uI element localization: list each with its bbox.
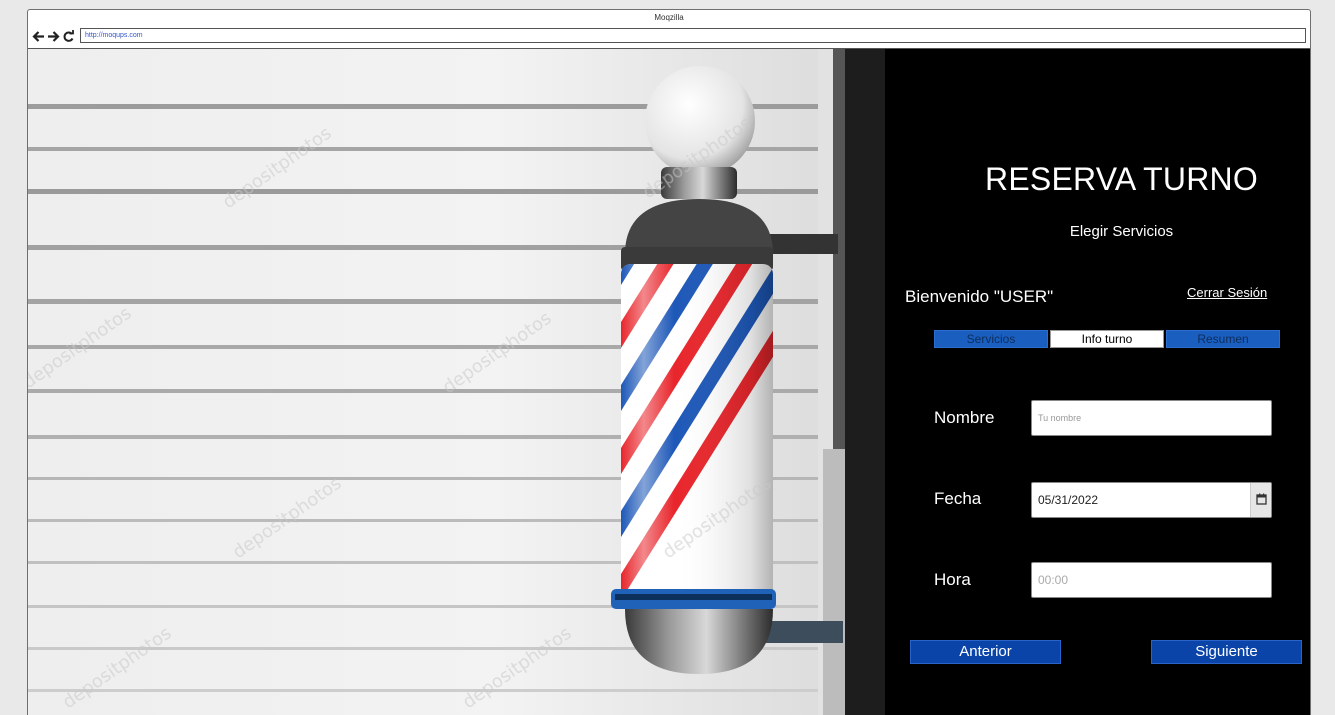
tab-resumen[interactable]: Resumen (1166, 330, 1280, 348)
next-button[interactable]: Siguiente (1151, 640, 1302, 664)
tab-info-turno[interactable]: Info turno (1050, 330, 1164, 348)
tab-servicios[interactable]: Servicios (934, 330, 1048, 348)
url-bar[interactable]: http://moqups.com (80, 28, 1306, 43)
logout-link[interactable]: Cerrar Sesión (1187, 285, 1267, 300)
date-field[interactable]: 05/31/2022 (1031, 482, 1272, 518)
hero-illustration: depositphotos depositphotos depositphoto… (28, 49, 885, 715)
barber-pole-image: depositphotos depositphotos depositphoto… (28, 49, 885, 715)
date-value: 05/31/2022 (1038, 493, 1099, 507)
window-title: Moqzilla (654, 13, 684, 22)
name-field[interactable]: Tu nombre (1031, 400, 1272, 436)
page-content: depositphotos depositphotos depositphoto… (28, 48, 1310, 715)
page-title: RESERVA TURNO (985, 161, 1258, 197)
nav-row: http://moqups.com (28, 27, 1310, 47)
forward-arrow-icon[interactable] (47, 29, 60, 44)
time-field[interactable]: 00:00 (1031, 562, 1272, 598)
reload-icon[interactable] (62, 29, 75, 44)
step-tabs: Servicios Info turno Resumen (934, 330, 1282, 348)
back-arrow-icon[interactable] (32, 29, 45, 44)
name-label: Nombre (934, 408, 995, 427)
calendar-icon[interactable] (1250, 483, 1271, 517)
browser-window: Moqzilla http://moqups.com depositphotos… (27, 9, 1311, 715)
booking-panel: RESERVA TURNO Elegir Servicios Bienvenid… (885, 49, 1310, 715)
welcome-text: Bienvenido "USER" (905, 287, 1054, 306)
page-subtitle: Elegir Servicios (1069, 223, 1174, 240)
time-label: Hora (934, 570, 971, 589)
date-label: Fecha (934, 489, 982, 508)
previous-button[interactable]: Anterior (910, 640, 1061, 664)
